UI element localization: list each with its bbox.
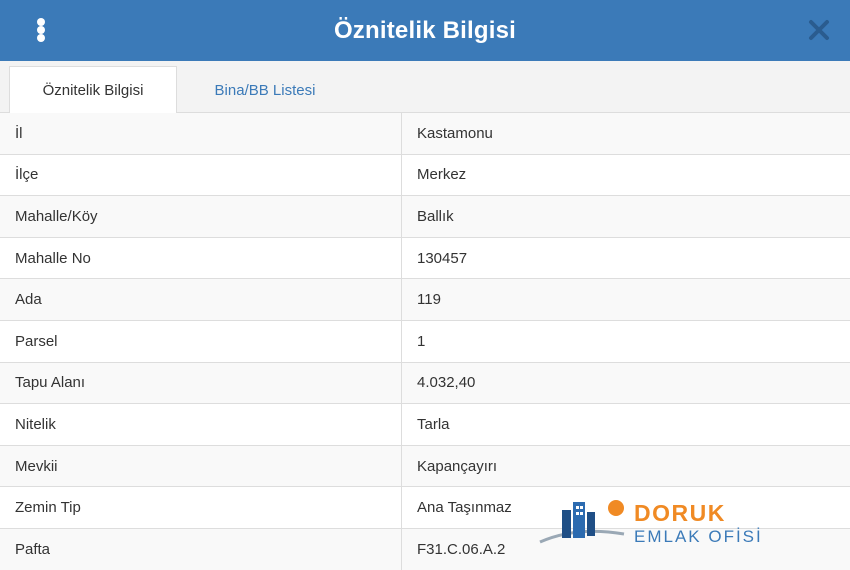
table-row: Mahalle/Köy Ballık [0, 196, 850, 238]
row-key: Ada [0, 279, 402, 320]
table-row: İlçe Merkez [0, 154, 850, 197]
tab-building-list[interactable]: Bina/BB Listesi [180, 66, 350, 114]
row-key: Zemin Tip [0, 487, 402, 528]
table-row: Mahalle No 130457 [0, 237, 850, 280]
table-row: İl Kastamonu [0, 113, 850, 155]
row-value: Tarla [417, 415, 450, 433]
row-key: Tapu Alanı [0, 362, 402, 404]
watermark-subtitle: EMLAK OFİSİ [634, 526, 763, 546]
row-key: İlçe [0, 154, 402, 196]
table-row: Nitelik Tarla [0, 404, 850, 446]
table-row: Tapu Alanı 4.032,40 [0, 362, 850, 405]
row-value: 130457 [417, 249, 468, 267]
row-key: İl [0, 113, 402, 154]
row-value: Kapançayırı [417, 457, 498, 475]
vertical-dots-icon[interactable] [31, 16, 51, 44]
row-key: Nitelik [0, 404, 402, 445]
row-key: Mevkii [0, 445, 402, 487]
row-value: Kastamonu [417, 124, 493, 142]
table-row: Ada 119 [0, 279, 850, 321]
tab-attribute-info[interactable]: Öznitelik Bilgisi [9, 66, 177, 114]
row-value: Merkez [417, 166, 467, 184]
dialog-title: Öznitelik Bilgisi [333, 16, 517, 44]
tab-bar: Öznitelik Bilgisi Bina/BB Listesi [0, 61, 850, 114]
row-value: 4.032,40 [417, 374, 476, 392]
watermark-brand: DORUK [634, 499, 726, 526]
watermark-logo: DORUK EMLAK OFİSİ [536, 496, 816, 550]
dialog-header: Öznitelik Bilgisi [0, 0, 850, 61]
row-key: Mahalle/Köy [0, 196, 402, 237]
table-row: Mevkii Kapançayırı [0, 445, 850, 488]
row-key: Pafta [0, 528, 402, 570]
row-value: 1 [417, 332, 426, 350]
row-key: Mahalle No [0, 237, 402, 279]
row-key: Parsel [0, 320, 402, 362]
row-value: 119 [417, 291, 441, 309]
building-logo-icon [539, 500, 625, 544]
row-value: Ballık [417, 207, 454, 225]
close-icon[interactable] [808, 19, 830, 41]
table-row: Parsel 1 [0, 320, 850, 363]
